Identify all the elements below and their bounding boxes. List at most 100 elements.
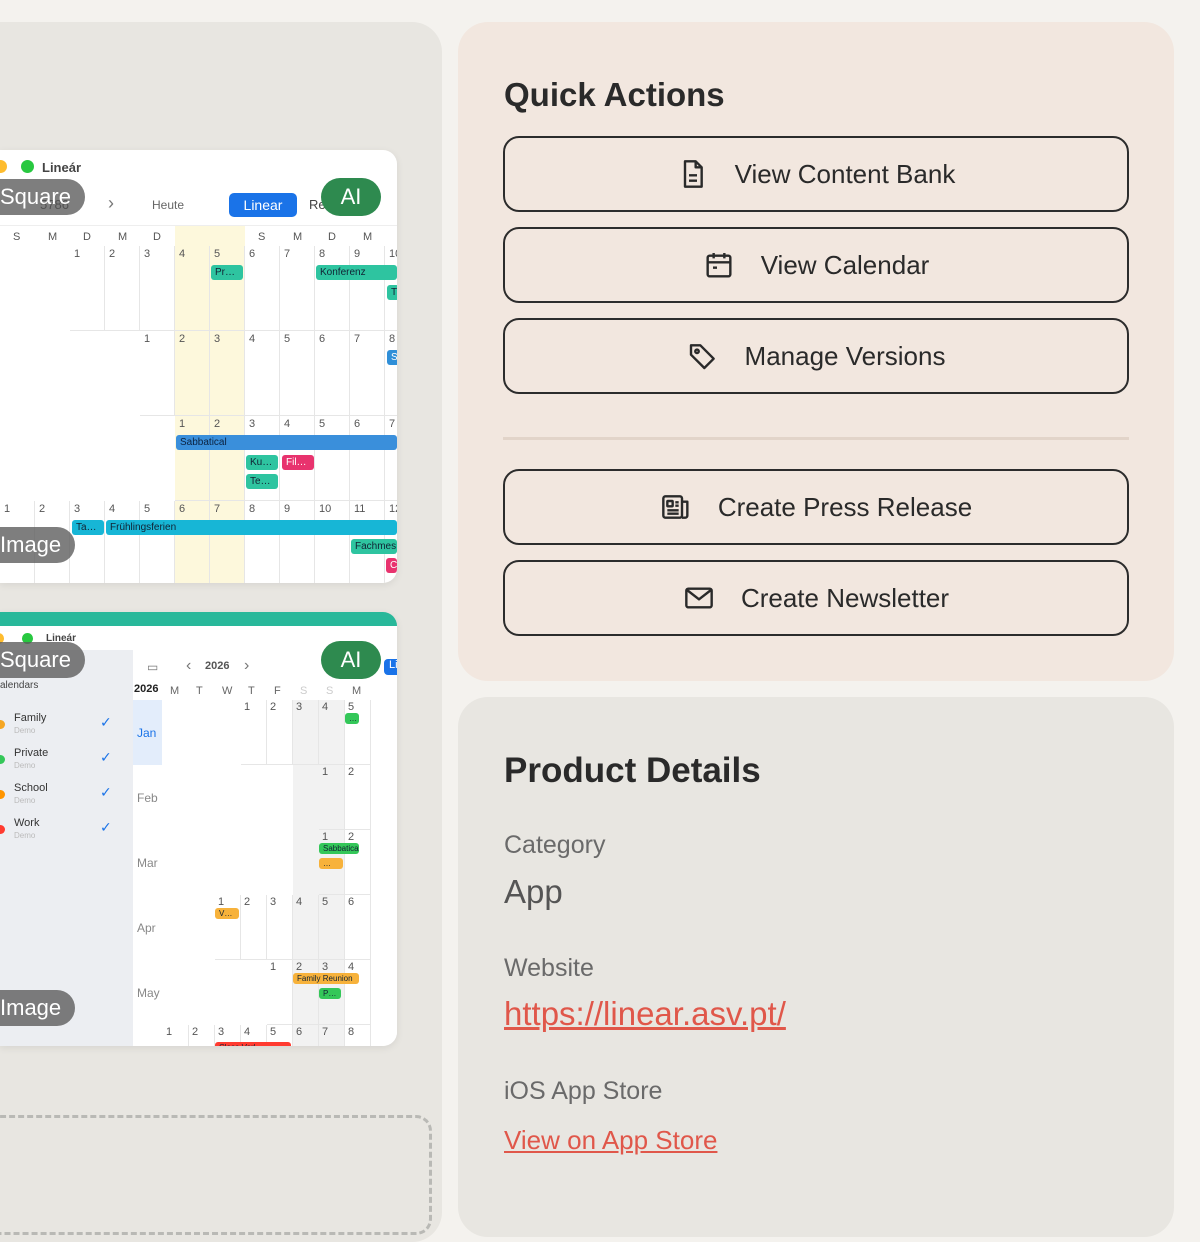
event-chip[interactable]: T	[387, 285, 397, 300]
calendars-sidebar: alendars Family Demo ✓ Private Demo ✓ School De…	[0, 650, 133, 1046]
day-number: 5	[322, 896, 329, 908]
event-chip[interactable]: Fil…	[282, 455, 314, 470]
format-pill-image: Image	[0, 527, 76, 563]
day-number: 2	[296, 961, 303, 973]
day-number: 1	[74, 248, 81, 260]
create-press-release-button[interactable]: Create Press Release	[503, 469, 1129, 545]
next-arrow-icon[interactable]: ›	[244, 657, 249, 675]
calendar-account: Demo	[14, 761, 36, 770]
event-chip[interactable]: Te…	[246, 474, 278, 489]
day-number: 7	[214, 503, 221, 515]
day-number: 6	[296, 1026, 303, 1038]
event-chip[interactable]: Ta…	[72, 520, 104, 535]
weekday-label: M	[48, 231, 58, 243]
weekday-label: S	[300, 685, 308, 697]
day-number: 2	[192, 1026, 199, 1038]
linear-view-tab[interactable]: Li	[384, 659, 397, 675]
appstore-link[interactable]: View on App Store	[504, 1125, 717, 1156]
day-number: 2	[348, 831, 355, 843]
calendar-toggle-family[interactable]: Family Demo ✓	[0, 712, 133, 742]
event-chip[interactable]: Close Vorl	[215, 1042, 291, 1046]
calendar-toggle-school[interactable]: School Demo ✓	[0, 782, 133, 812]
day-number: 4	[109, 503, 116, 515]
event-chip[interactable]: Ku…	[246, 455, 278, 470]
day-number: 4	[322, 701, 329, 713]
day-number: 3	[296, 701, 303, 713]
year-label: 2026	[205, 660, 230, 672]
day-number: 2	[39, 503, 46, 515]
year-calendar: ▭ ‹ 2026 › Li 2026 M T W T F S S M Jan Feb Mar Apr…	[133, 650, 397, 1046]
event-chip[interactable]: Sabbatica	[319, 843, 359, 854]
calendar-toggle-private[interactable]: Private Demo ✓	[0, 747, 133, 777]
day-number: 5	[144, 503, 151, 515]
checkmark-icon: ✓	[100, 749, 112, 765]
weekday-label: S	[258, 231, 266, 243]
calendar-account: Demo	[14, 831, 36, 840]
day-number: 6	[179, 503, 186, 515]
day-number: 1	[179, 418, 186, 430]
ai-badge[interactable]: AI	[321, 641, 381, 679]
day-number: 8	[348, 1026, 355, 1038]
day-number: 7	[322, 1026, 329, 1038]
today-button[interactable]: Heute	[152, 198, 184, 212]
day-number: 8	[319, 248, 326, 260]
calendar-color-dot	[0, 825, 5, 834]
window-title: Lineár	[42, 160, 82, 175]
button-label: View Content Bank	[734, 158, 956, 189]
next-arrow-icon[interactable]: ›	[108, 193, 114, 214]
day-number: 1	[218, 896, 225, 908]
day-number: 1	[4, 503, 11, 515]
section-divider	[503, 437, 1129, 440]
manage-versions-button[interactable]: Manage Versions	[503, 318, 1129, 394]
prev-arrow-icon[interactable]: ‹	[186, 657, 191, 675]
event-chip[interactable]: Family Reunion	[293, 973, 359, 984]
event-chip-fruehlingsferien[interactable]: Frühlingsferien	[106, 520, 397, 535]
event-chip[interactable]: P…	[319, 988, 341, 999]
day-number: 3	[249, 418, 256, 430]
event-chip-sabbatical[interactable]: Sabbatical	[176, 435, 397, 450]
day-number: 10	[389, 248, 397, 260]
calendar-toggle-work[interactable]: Work Demo ✓	[0, 817, 133, 847]
calendar-color-dot	[0, 720, 5, 729]
upload-dropzone[interactable]	[0, 1115, 432, 1235]
website-label: Website	[504, 954, 594, 982]
format-pill-square: Square	[0, 642, 85, 678]
format-pill-image: Image	[0, 990, 76, 1026]
create-newsletter-button[interactable]: Create Newsletter	[503, 560, 1129, 636]
image-gallery-panel: Lineár 5786 › Heute Linear Re SMDMDFSSMD…	[0, 22, 442, 1242]
day-number: 4	[284, 418, 291, 430]
event-chip[interactable]: …	[345, 713, 359, 724]
day-number: 1	[322, 766, 329, 778]
grid-year: 2026	[134, 683, 159, 695]
checkmark-icon: ✓	[100, 784, 112, 800]
view-calendar-button[interactable]: View Calendar	[503, 227, 1129, 303]
ai-badge[interactable]: AI	[321, 178, 381, 216]
weekday-label: T	[196, 685, 203, 697]
event-chip[interactable]: Fachmes	[351, 539, 397, 554]
event-chip[interactable]: S	[387, 350, 397, 365]
event-chip[interactable]: V…	[215, 908, 239, 919]
day-number: 9	[284, 503, 291, 515]
event-chip[interactable]: Pr…	[211, 265, 243, 280]
quick-actions-card: Quick Actions View Content Bank View Cal…	[458, 22, 1174, 681]
event-chip[interactable]: …	[319, 858, 343, 869]
button-label: View Calendar	[760, 249, 930, 280]
window-minimize-dot	[0, 160, 7, 173]
event-chip[interactable]: Konferenz	[316, 265, 397, 280]
window-zoom-dot	[21, 160, 34, 173]
sidebar-toggle-icon[interactable]: ▭	[147, 660, 158, 674]
linear-view-tab[interactable]: Linear	[229, 193, 297, 217]
weekday-label: M	[363, 231, 373, 243]
day-number: 9	[354, 248, 361, 260]
day-number: 1	[166, 1026, 173, 1038]
weekday-label: S	[13, 231, 21, 243]
day-number: 3	[270, 896, 277, 908]
day-number: 3	[322, 961, 329, 973]
view-content-bank-button[interactable]: View Content Bank	[503, 136, 1129, 212]
day-number: 3	[74, 503, 81, 515]
day-number: 11	[354, 503, 366, 515]
website-link[interactable]: https://linear.asv.pt/	[504, 995, 786, 1033]
event-chip[interactable]: C	[386, 558, 397, 573]
checkmark-icon: ✓	[100, 714, 112, 730]
newspaper-icon	[661, 495, 689, 519]
